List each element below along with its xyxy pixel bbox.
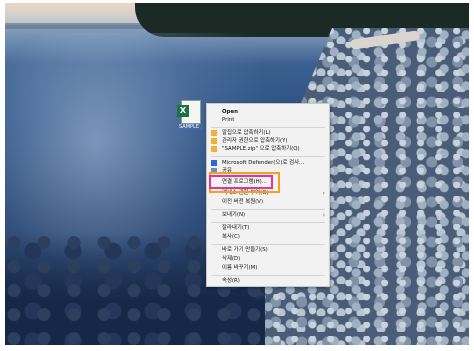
context-menu: Open Print 알집으로 압축하기(L) 관리자 권한으로 압축하기(Y)… xyxy=(206,103,330,287)
menu-item-copy[interactable]: 복사(C) xyxy=(207,233,329,242)
alzip-zip-icon xyxy=(211,146,217,152)
file-label: SAMPLE xyxy=(175,124,203,130)
menu-separator xyxy=(211,127,325,128)
menu-item-print[interactable]: Print xyxy=(207,116,329,125)
menu-item-zip-compress[interactable]: "SAMPLE.zip" 으로 압축하기(Q) xyxy=(207,145,329,154)
chevron-right-icon: › xyxy=(322,212,325,219)
excel-badge-icon: X xyxy=(177,105,189,117)
menu-item-rename[interactable]: 이름 바꾸기(M) xyxy=(207,264,329,273)
menu-separator xyxy=(211,222,325,223)
alzip-admin-icon xyxy=(211,138,217,144)
defender-icon xyxy=(211,160,217,166)
menu-item-send-to[interactable]: 보내기(N) › xyxy=(207,211,329,220)
menu-item-cut[interactable]: 잘라내기(T) xyxy=(207,224,329,233)
menu-separator xyxy=(211,275,325,276)
chevron-right-icon: › xyxy=(322,190,325,197)
menu-item-delete[interactable]: 삭제(D) xyxy=(207,255,329,264)
desktop-file[interactable]: X SAMPLE xyxy=(175,100,203,132)
menu-item-properties[interactable]: 속성(R) xyxy=(207,277,329,286)
menu-item-restore-versions[interactable]: 이전 버전 복원(V) xyxy=(207,198,329,207)
wallpaper-far-shore xyxy=(5,23,155,29)
menu-separator xyxy=(211,244,325,245)
menu-separator xyxy=(211,209,325,210)
alzip-icon xyxy=(211,130,217,136)
highlight-box-pink xyxy=(209,175,273,189)
menu-separator xyxy=(211,156,325,157)
menu-item-create-shortcut[interactable]: 바로 가기 만들기(S) xyxy=(207,246,329,255)
